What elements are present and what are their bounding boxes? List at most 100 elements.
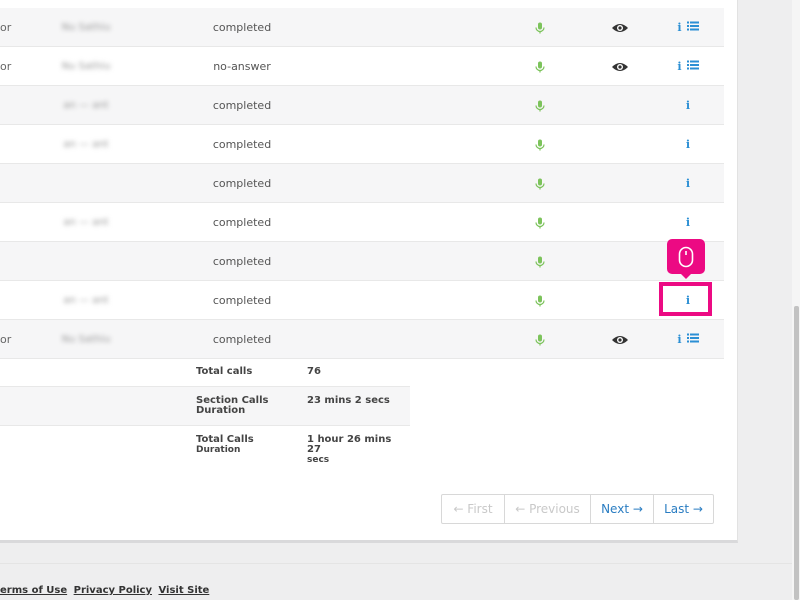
blurred-name xyxy=(36,242,136,281)
click-target-highlight xyxy=(659,282,712,316)
footer-links: erms of Use Privacy Policy Visit Site xyxy=(0,585,212,596)
eye-icon[interactable] xyxy=(606,320,634,359)
table-row: an — ant completed i xyxy=(0,281,724,320)
scrollbar-thumb[interactable] xyxy=(794,306,799,600)
calls-panel: or Nu Sathiu completed i or Nu Sathiu no-answe… xyxy=(0,0,738,543)
row-fragment-text xyxy=(0,164,20,203)
row-actions: i xyxy=(668,86,708,125)
pagination-last-button[interactable]: Last → xyxy=(654,495,713,523)
pagination-next-button[interactable]: Next → xyxy=(591,495,654,523)
call-status: completed xyxy=(212,138,272,151)
eye-icon[interactable] xyxy=(606,47,634,86)
table-row: or Nu Sathiu completed i xyxy=(0,8,724,47)
blurred-name-text: Nu Sathiu xyxy=(61,61,111,72)
microphone-icon[interactable] xyxy=(528,281,552,320)
call-status: completed xyxy=(212,294,272,307)
microphone-icon[interactable] xyxy=(528,320,552,359)
section-duration-label: Section Calls Duration xyxy=(196,396,296,416)
pagination-first-button[interactable]: ← First xyxy=(442,495,505,523)
call-status: completed xyxy=(212,216,272,229)
microphone-icon[interactable] xyxy=(528,47,552,86)
row-actions: i xyxy=(668,320,708,359)
microphone-icon[interactable] xyxy=(528,164,552,203)
info-icon[interactable]: i xyxy=(686,138,690,151)
total-duration-value-line1: 1 hour 26 mins 27 xyxy=(307,434,392,455)
row-fragment-text xyxy=(0,242,20,281)
info-icon[interactable]: i xyxy=(677,21,681,34)
summary-total-calls: Total calls 76 xyxy=(0,357,410,387)
row-actions: i xyxy=(668,8,708,47)
blurred-name-text: an — ant xyxy=(63,217,109,228)
call-status: completed xyxy=(212,21,272,34)
blurred-name-text: Nu Sathiu xyxy=(61,334,111,345)
row-actions: i xyxy=(668,164,708,203)
info-icon[interactable]: i xyxy=(686,216,690,229)
summary-section-duration: Section Calls Duration 23 mins 2 secs xyxy=(0,387,410,426)
microphone-icon[interactable] xyxy=(528,242,552,281)
info-icon[interactable]: i xyxy=(677,60,681,73)
mouse-click-badge xyxy=(667,239,705,279)
row-actions: i xyxy=(668,47,708,86)
microphone-icon[interactable] xyxy=(528,8,552,47)
call-status: completed xyxy=(212,333,272,346)
table-row: completed i xyxy=(0,164,724,203)
info-icon[interactable]: i xyxy=(677,333,681,346)
call-status: completed xyxy=(212,177,272,190)
page-footer: erms of Use Privacy Policy Visit Site xyxy=(0,563,792,600)
table-row: an — ant completed i xyxy=(0,125,724,164)
table-row: an — ant completed i xyxy=(0,203,724,242)
list-icon[interactable] xyxy=(686,60,699,73)
row-actions: i xyxy=(668,203,708,242)
microphone-icon[interactable] xyxy=(528,86,552,125)
blurred-name: an — ant xyxy=(36,86,136,125)
blurred-name: an — ant xyxy=(36,203,136,242)
section-duration-label-line2: Duration xyxy=(196,405,246,416)
microphone-icon[interactable] xyxy=(528,125,552,164)
row-fragment-text: or xyxy=(0,333,12,346)
total-duration-value: 1 hour 26 mins 27 secs xyxy=(307,434,407,466)
blurred-name xyxy=(36,164,136,203)
info-icon[interactable]: i xyxy=(686,99,690,112)
total-duration-label-line1: Total Calls xyxy=(196,434,254,445)
row-fragment-text: or xyxy=(0,60,12,73)
total-duration-label-line2: Duration xyxy=(196,445,241,455)
row-fragment-text xyxy=(0,203,20,242)
blurred-name-text: an — ant xyxy=(63,100,109,111)
table-row: an — ant completed i xyxy=(0,86,724,125)
call-status: completed xyxy=(212,255,272,268)
footer-visit-link[interactable]: Visit Site xyxy=(158,585,209,596)
row-fragment-text: or xyxy=(0,21,12,34)
blurred-name: an — ant xyxy=(36,281,136,320)
pagination: ← First ← Previous Next → Last → xyxy=(441,494,714,524)
blurred-name: an — ant xyxy=(36,125,136,164)
total-duration-label: Total Calls Duration xyxy=(196,434,296,456)
blurred-name-text: an — ant xyxy=(63,139,109,150)
row-fragment-text xyxy=(0,86,20,125)
total-calls-value: 76 xyxy=(307,366,321,377)
call-status: completed xyxy=(212,99,272,112)
blurred-name: Nu Sathiu xyxy=(36,47,136,86)
blurred-name-text: Nu Sathiu xyxy=(61,22,111,33)
summary-total-duration: Total Calls Duration 1 hour 26 mins 27 s… xyxy=(0,426,410,466)
footer-terms-link[interactable]: erms of Use xyxy=(0,585,67,596)
row-actions: i xyxy=(668,125,708,164)
info-icon[interactable]: i xyxy=(686,177,690,190)
eye-icon[interactable] xyxy=(606,8,634,47)
pagination-previous-button[interactable]: ← Previous xyxy=(505,495,591,523)
blurred-name: Nu Sathiu xyxy=(36,320,136,359)
row-fragment-text xyxy=(0,281,20,320)
total-calls-label: Total calls xyxy=(196,366,253,377)
list-icon[interactable] xyxy=(686,21,699,34)
mouse-icon xyxy=(678,246,694,267)
microphone-icon[interactable] xyxy=(528,203,552,242)
table-row: completedi xyxy=(0,242,724,281)
list-icon[interactable] xyxy=(686,333,699,346)
blurred-name: Nu Sathiu xyxy=(36,8,136,47)
table-row: or Nu Sathiu no-answer i xyxy=(0,47,724,86)
section-duration-value: 23 mins 2 secs xyxy=(307,395,390,406)
blurred-name-text: an — ant xyxy=(63,295,109,306)
call-status: no-answer xyxy=(213,60,271,73)
row-fragment-text xyxy=(0,125,20,164)
table-row: or Nu Sathiu completed i xyxy=(0,320,724,359)
footer-privacy-link[interactable]: Privacy Policy xyxy=(74,585,152,596)
